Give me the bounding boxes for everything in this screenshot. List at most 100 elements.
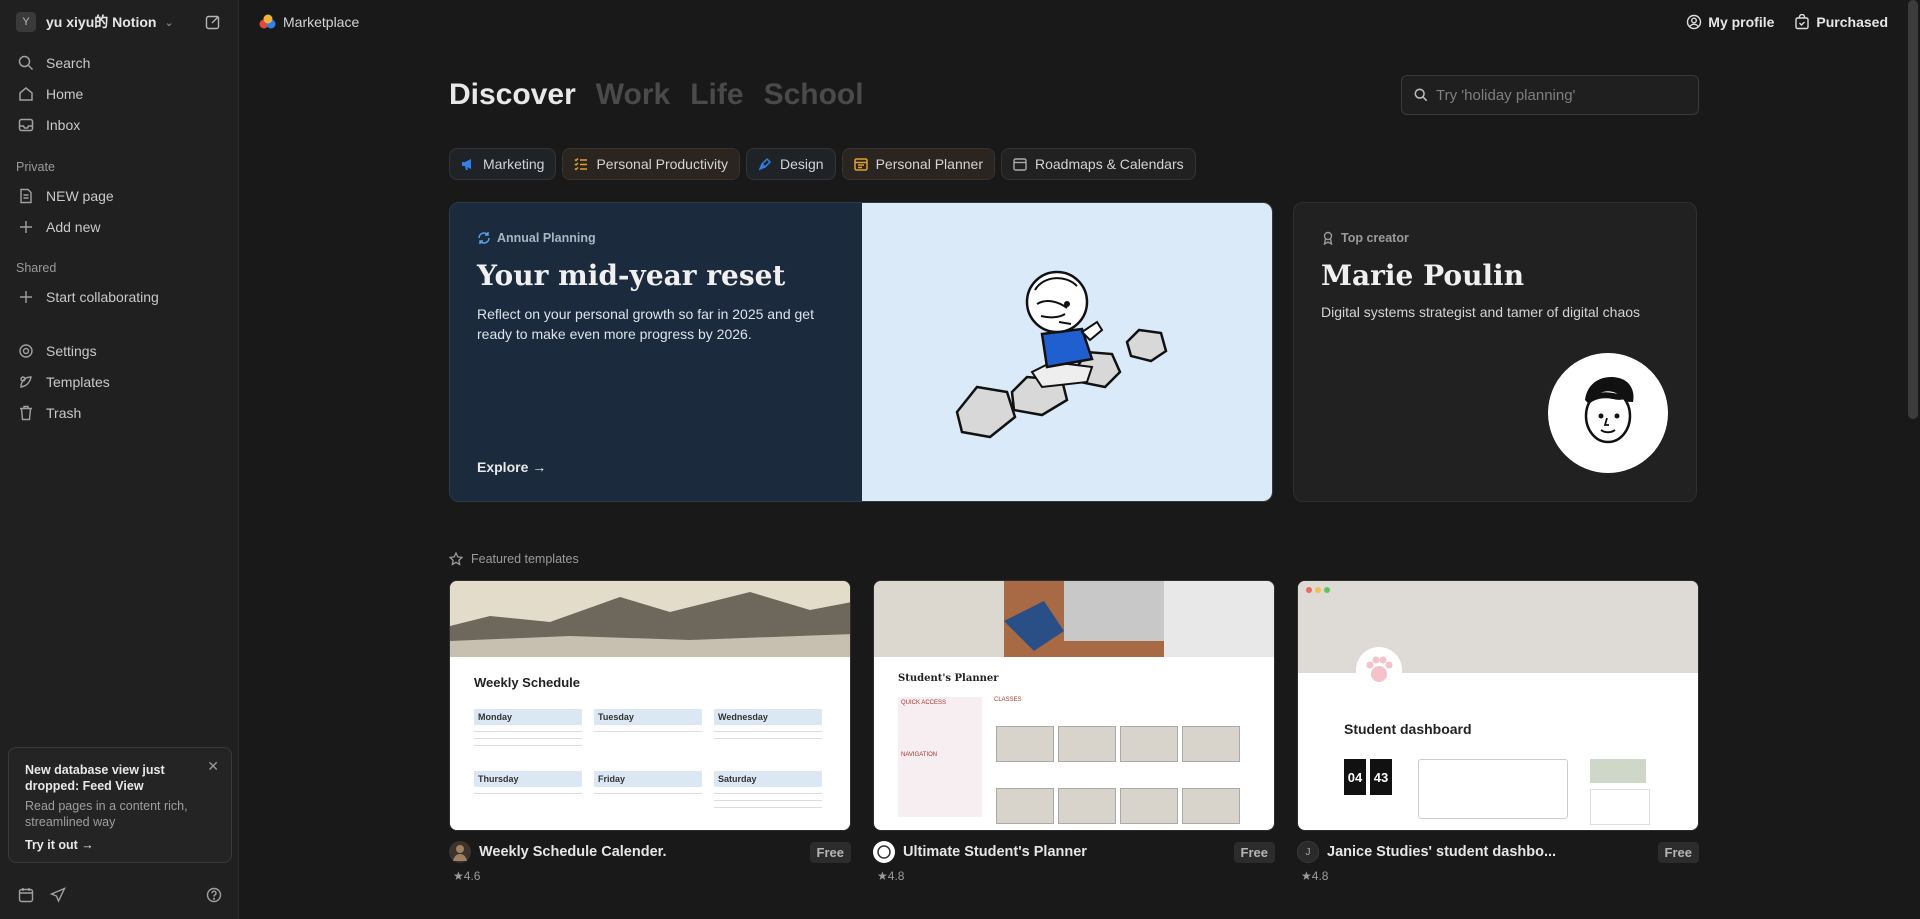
refresh-icon — [478, 232, 490, 244]
rating: ★4.8 — [1301, 869, 1699, 883]
close-icon[interactable]: ✕ — [207, 758, 219, 775]
tab-life[interactable]: Life — [690, 78, 743, 112]
creator-name: Marie Poulin — [1321, 259, 1525, 292]
rating-value: 4.8 — [1311, 869, 1329, 883]
chip-marketing[interactable]: Marketing — [449, 148, 557, 180]
template-card[interactable]: Student's Planner QUICK ACCESS NAVIGATIO… — [873, 580, 1275, 883]
template-search[interactable] — [1401, 75, 1699, 115]
scrollbar[interactable] — [1908, 0, 1918, 419]
star-icon — [449, 552, 463, 566]
templates-icon — [16, 372, 36, 392]
nav-search-label: Search — [46, 54, 91, 71]
nav-home[interactable]: Home — [0, 78, 238, 109]
thumb-day: Wednesday — [714, 709, 822, 725]
explore-link[interactable]: Explore → — [477, 459, 546, 475]
star-icon: ★ — [1301, 869, 1312, 883]
send-icon[interactable] — [48, 885, 68, 905]
star-icon: ★ — [877, 869, 888, 883]
nav-trash-label: Trash — [46, 404, 82, 421]
mountain-landscape-image — [450, 581, 850, 661]
purchased-label: Purchased — [1816, 14, 1888, 30]
template-thumbnail: Student dashboard 04 43 — [1297, 580, 1699, 831]
help-icon[interactable] — [204, 885, 224, 905]
arrow-right-icon: → — [532, 459, 547, 475]
hero-banner[interactable]: Annual Planning Your mid-year reset Refl… — [449, 202, 1273, 502]
thumb-day: Friday — [594, 771, 702, 787]
pen-tool-icon — [758, 157, 772, 171]
try-it-out-link[interactable]: Try it out → — [25, 838, 94, 852]
rating-value: 4.6 — [463, 869, 481, 883]
star-icon: ★ — [453, 869, 464, 883]
breadcrumb[interactable]: Marketplace — [259, 14, 359, 30]
tab-work[interactable]: Work — [596, 78, 670, 112]
shared-section-label: Shared — [16, 261, 57, 275]
breadcrumb-label: Marketplace — [283, 14, 360, 30]
chip-label: Personal Planner — [875, 156, 983, 172]
tab-school[interactable]: School — [764, 78, 864, 112]
template-title: Weekly Schedule Calender. — [479, 844, 667, 860]
sidebar-footer — [16, 885, 224, 905]
hero-illustration — [862, 203, 1272, 501]
creator-kicker-label: Top creator — [1341, 231, 1409, 245]
nav-templates-label: Templates — [46, 373, 110, 390]
purchased-link[interactable]: Purchased — [1794, 14, 1888, 30]
tab-discover[interactable]: Discover — [449, 78, 576, 112]
thumb-classes: CLASSES — [994, 697, 1022, 703]
sidebar-item-new-page[interactable]: NEW page — [0, 180, 238, 211]
nav-trash[interactable]: Trash — [0, 397, 238, 428]
thumb-heading: Weekly Schedule — [474, 675, 580, 690]
nav-search[interactable]: Search — [0, 47, 238, 78]
my-profile-label: My profile — [1708, 14, 1775, 30]
my-profile-link[interactable]: My profile — [1686, 14, 1774, 30]
workspace-avatar: Y — [16, 12, 36, 32]
thumb-heading: Student's Planner — [898, 673, 999, 684]
featured-templates: Weekly Schedule Monday Tuesday Wednesday… — [449, 580, 1699, 883]
sidebar: Y yu xiyu的 Notion ⌄ Search Home Inbox Pr… — [0, 0, 239, 919]
category-chips: Marketing Personal Productivity Design P… — [449, 148, 1699, 180]
calendar-icon[interactable] — [16, 885, 36, 905]
template-card[interactable]: Weekly Schedule Monday Tuesday Wednesday… — [449, 580, 851, 883]
chip-design[interactable]: Design — [745, 148, 836, 180]
thumb-day: Monday — [474, 709, 582, 725]
workspace-switcher[interactable]: Y yu xiyu的 Notion ⌄ — [0, 0, 238, 44]
search-input[interactable] — [1436, 86, 1676, 104]
main-content: Marketplace My profile Purchased Discove… — [239, 0, 1920, 919]
top-creator-card[interactable]: Top creator Marie Poulin Digital systems… — [1293, 202, 1697, 502]
template-card[interactable]: Student dashboard 04 43 J Janice Studies… — [1297, 580, 1699, 883]
sidebar-item-label: NEW page — [46, 187, 114, 204]
creator-avatar — [449, 841, 471, 863]
search-icon — [1414, 88, 1428, 102]
thumb-day: Tuesday — [594, 709, 702, 725]
chip-personal-planner[interactable]: Personal Planner — [841, 148, 995, 180]
thumb-day: Saturday — [714, 771, 822, 787]
hero-kicker: Annual Planning — [477, 231, 835, 245]
hero-title: Your mid-year reset — [477, 259, 786, 292]
paw-icon — [1366, 656, 1393, 682]
template-title: Janice Studies' student dashbo... — [1327, 844, 1557, 860]
thumb-navigation: NAVIGATION — [901, 752, 938, 758]
megaphone-icon — [461, 157, 475, 171]
chip-personal-productivity[interactable]: Personal Productivity — [562, 148, 740, 180]
price-badge: Free — [1657, 841, 1699, 863]
nav-settings[interactable]: Settings — [0, 335, 238, 366]
award-icon — [1323, 231, 1333, 245]
planner-icon — [853, 157, 868, 171]
nav-settings-label: Settings — [46, 342, 97, 359]
rating: ★4.6 — [453, 869, 851, 883]
new-page-button[interactable] — [202, 11, 224, 33]
private-section-label: Private — [16, 160, 55, 174]
chip-label: Design — [779, 156, 824, 172]
chip-roadmaps-calendars[interactable]: Roadmaps & Calendars — [1000, 148, 1196, 180]
nav-inbox[interactable]: Inbox — [0, 109, 238, 140]
featured-label-text: Featured templates — [471, 552, 579, 566]
chevron-down-icon: ⌄ — [164, 16, 174, 29]
sidebar-item-add-new[interactable]: Add new — [0, 211, 238, 242]
rating-value: 4.8 — [887, 869, 905, 883]
price-badge: Free — [809, 841, 851, 863]
price-badge: Free — [1233, 841, 1275, 863]
home-icon — [16, 84, 36, 104]
sidebar-item-start-collaborating[interactable]: Start collaborating — [0, 281, 238, 312]
thumb-day: Thursday — [474, 771, 582, 787]
nav-templates[interactable]: Templates — [0, 366, 238, 397]
thumb-clock-minutes: 43 — [1370, 759, 1392, 795]
